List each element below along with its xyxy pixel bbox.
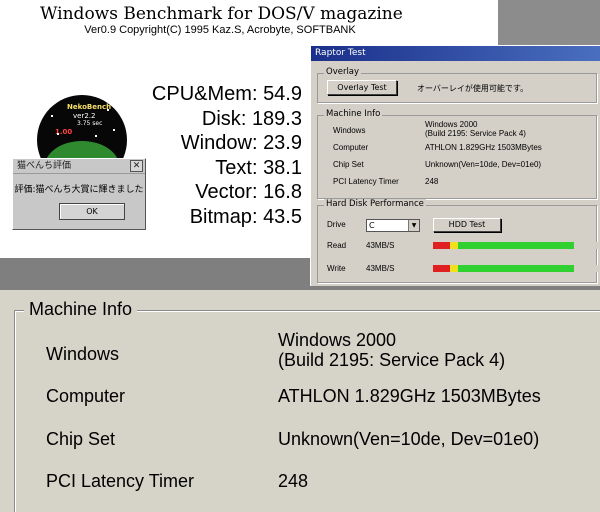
logo-name: NekoBench — [67, 103, 112, 111]
zoom-pci-latency-label: PCI Latency Timer — [46, 471, 195, 491]
score-window: Window: 23.9 — [180, 132, 302, 154]
bar-red-segment — [433, 265, 450, 272]
star — [51, 115, 53, 117]
zoom-windows-build-value: (Build 2195: Service Pack 4) — [278, 350, 506, 370]
drive-label: Drive — [327, 220, 346, 229]
read-label: Read — [327, 241, 347, 250]
ok-button[interactable]: OK — [59, 203, 125, 220]
close-icon[interactable]: ✕ — [130, 160, 143, 172]
chipset-value: Unknown(Ven=10de, Dev=01e0) — [425, 160, 542, 169]
raptor-test-window: Raptor Test Overlay Overlay Test オーバーレイが… — [310, 46, 600, 286]
app-title: Windows Benchmark for DOS/V magazine — [40, 4, 403, 24]
bar-red-segment — [433, 242, 450, 249]
desktop-background — [498, 0, 600, 45]
overlay-test-button[interactable]: Overlay Test — [327, 80, 397, 95]
chevron-down-icon[interactable]: ▼ — [408, 220, 419, 231]
write-value: 43MB/S — [366, 264, 395, 273]
hdd-legend: Hard Disk Performance — [324, 199, 426, 209]
pci-latency-label: PCI Latency Timer — [333, 177, 399, 186]
overlay-legend: Overlay — [324, 67, 362, 77]
pci-latency-value: 248 — [425, 177, 439, 186]
app-copyright: Ver0.9 Copyright(C) 1995 Kaz.S, Acrobyte… — [84, 24, 356, 36]
score-cpu-mem: CPU&Mem: 54.9 — [151, 83, 302, 105]
logo-version: ver2.2 — [73, 112, 96, 120]
zoom-computer-value: ATHLON 1.829GHz 1503MBytes — [278, 386, 541, 406]
bar-yellow-segment — [450, 265, 458, 272]
computer-value: ATHLON 1.829GHz 1503MBytes — [425, 143, 542, 152]
score-vector: Vector: 16.8 — [195, 181, 302, 203]
score-bitmap: Bitmap: 43.5 — [189, 205, 302, 228]
write-bar — [433, 265, 599, 272]
hdd-test-button[interactable]: HDD Test — [433, 218, 501, 232]
zoom-chipset-value: Unknown(Ven=10de, Dev=01e0) — [278, 429, 540, 449]
evaluation-dialog: 猫べんち評価 ✕ 評価:猫べんち大賞に輝きました OK — [12, 158, 146, 230]
chipset-label: Chip Set — [333, 160, 364, 169]
benchmark-screenshot: Windows Benchmark for DOS/V magazine Ver… — [0, 0, 600, 290]
windows-build-value: (Build 2195: Service Pack 4) — [425, 129, 526, 138]
zoom-computer-label: Computer — [46, 386, 126, 406]
write-label: Write — [327, 264, 346, 273]
bar-green-segment — [458, 265, 574, 272]
score-disk: Disk: 189.3 — [201, 107, 302, 130]
windows-label: Windows — [333, 126, 366, 135]
star — [107, 109, 109, 111]
bar-yellow-segment — [450, 242, 458, 249]
score-text: Text: 38.1 — [215, 156, 302, 179]
drive-select-value: C — [369, 221, 375, 230]
drive-select[interactable]: C ▼ — [366, 219, 420, 232]
star — [113, 129, 115, 131]
read-bar — [433, 242, 599, 249]
zoom-pci-latency-value: 248 — [278, 471, 309, 491]
zoom-windows-label: Windows — [46, 344, 120, 364]
score-list: CPU&Mem: 54.9 Disk: 189.3 Window: 23.9 T… — [132, 82, 302, 229]
machine-info-legend: Machine Info — [324, 109, 383, 119]
zoom-windows-value: Windows 2000 — [278, 330, 397, 350]
star — [95, 135, 97, 137]
raptor-titlebar: Raptor Test — [311, 46, 600, 61]
star — [57, 133, 59, 135]
machine-info-zoom: Machine Info Windows Windows 2000 (Build… — [0, 290, 600, 512]
read-value: 43MB/S — [366, 241, 395, 250]
zoom-chipset-label: Chip Set — [46, 429, 116, 449]
zoom-legend: Machine Info — [24, 299, 138, 320]
dialog-titlebar: 猫べんち評価 ✕ — [13, 159, 145, 174]
dialog-title: 猫べんち評価 — [17, 161, 72, 171]
overlay-status: オーバーレイが使用可能です。 — [417, 84, 529, 93]
dialog-message: 評価:猫べんち大賞に輝きました — [14, 185, 144, 195]
bar-green-segment — [458, 242, 574, 249]
logo-line3: 3.75 sec — [77, 120, 103, 127]
computer-label: Computer — [333, 143, 369, 152]
windows-value: Windows 2000 — [425, 120, 478, 129]
